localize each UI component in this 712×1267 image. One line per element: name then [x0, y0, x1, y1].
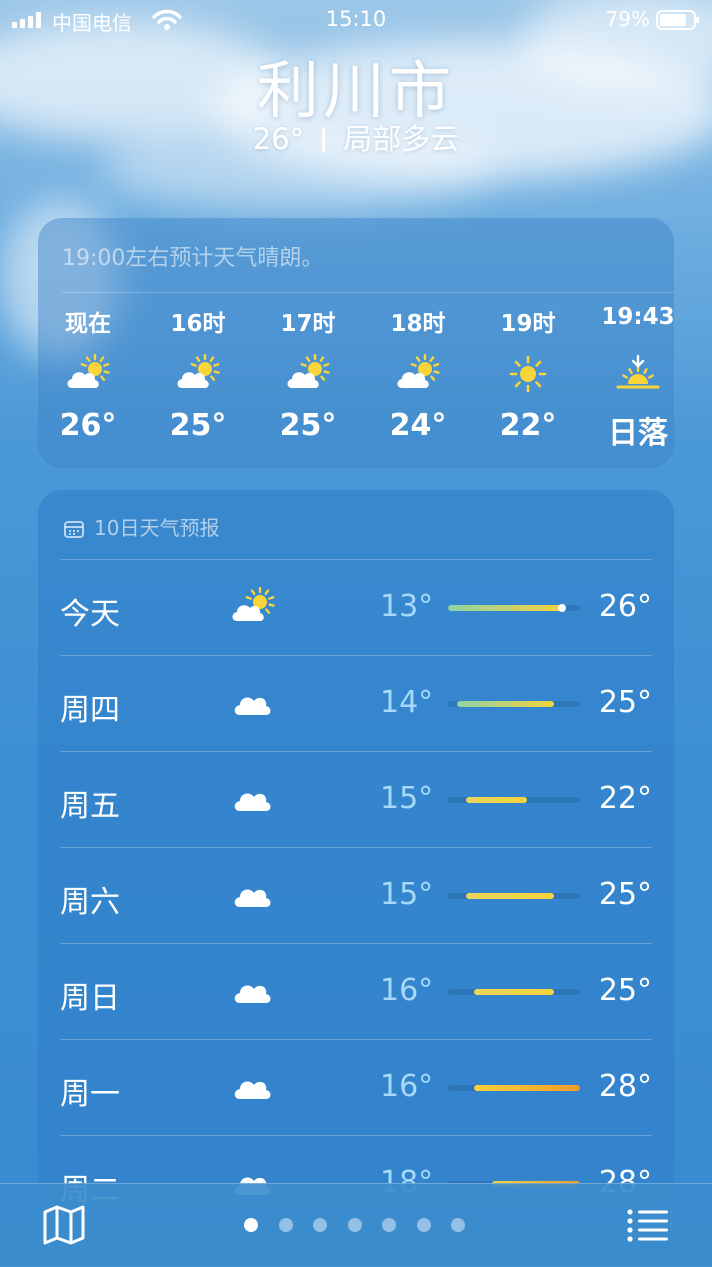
- high-temperature: 26°: [598, 589, 652, 624]
- page-dot[interactable]: [244, 1218, 258, 1232]
- current-temperature: 26°: [252, 122, 305, 156]
- temperature-range-bar: [448, 797, 580, 803]
- temperature-range-fill: [474, 989, 554, 995]
- hourly-item: 16时 25°: [148, 304, 248, 443]
- partly-sunny-icon: [287, 353, 330, 388]
- hourly-forecast-card[interactable]: 19:00左右预计天气晴朗。 现在 26° 16时 25° 17时 25° 18时 24° 19…: [38, 218, 674, 468]
- high-temperature: 22°: [598, 781, 652, 816]
- row-divider: [60, 655, 652, 656]
- row-divider: [60, 751, 652, 752]
- hour-label: 19:43: [601, 304, 674, 330]
- divider: [62, 292, 674, 293]
- hourly-item: 17时 25°: [258, 304, 358, 443]
- partly-sunny-icon: [397, 353, 440, 388]
- hour-temperature: 24°: [389, 408, 447, 443]
- low-temperature: 15°: [380, 877, 434, 912]
- page-dot[interactable]: [382, 1218, 396, 1232]
- low-temperature: 14°: [380, 685, 434, 720]
- current-conditions: 26° 局部多云: [0, 116, 712, 158]
- hourly-item: 现在 26°: [38, 304, 138, 443]
- status-bar: 中国电信 15:10 79%: [0, 0, 712, 40]
- cloud-icon: [234, 1081, 271, 1099]
- hour-temperature: 26°: [59, 408, 117, 443]
- hour-temperature: 25°: [169, 408, 227, 443]
- bottom-toolbar: [0, 1183, 712, 1267]
- temperature-range-fill: [465, 797, 528, 803]
- sun-icon: [509, 355, 547, 393]
- hour-label: 18时: [390, 311, 446, 337]
- page-dot[interactable]: [278, 1218, 293, 1232]
- current-condition: 局部多云: [343, 122, 460, 156]
- ten-day-title: 10日天气预报: [94, 516, 220, 540]
- page-dot[interactable]: [347, 1218, 362, 1232]
- high-temperature: 25°: [598, 877, 652, 912]
- ten-day-forecast-card[interactable]: 10日天气预报 今天 13° 26° 周四 14° 25° 周五 15° 22° 周六 15° 25°…: [38, 490, 674, 1210]
- list-icon[interactable]: [626, 1208, 670, 1242]
- daily-row[interactable]: 周五 15° 22°: [60, 751, 652, 847]
- forecast-summary: 19:00左右预计天气晴朗。: [62, 246, 324, 271]
- hour-label: 16时: [170, 311, 226, 337]
- day-label: 周五: [60, 789, 120, 824]
- temperature-range-bar: [448, 604, 580, 612]
- temperature-range-bar: [448, 1085, 580, 1091]
- temperature-range-fill: [465, 893, 554, 899]
- temperature-range-bar: [448, 701, 580, 707]
- hourly-item: 19时 22°: [478, 304, 578, 443]
- day-label: 周六: [60, 885, 120, 920]
- battery-icon: [656, 10, 699, 30]
- battery-percentage: 79%: [605, 7, 650, 31]
- hour-label: 现在: [65, 311, 111, 337]
- row-divider: [60, 943, 652, 944]
- temperature-range-fill: [474, 1085, 580, 1091]
- hourly-item: 19:43 日落: [588, 304, 674, 452]
- high-temperature: 28°: [598, 1069, 652, 1104]
- hour-temperature: 22°: [499, 408, 557, 443]
- cloud-icon: [234, 889, 271, 907]
- cloud-icon: [234, 697, 271, 715]
- temperature-range-fill: [448, 605, 563, 611]
- day-label: 周四: [60, 693, 120, 728]
- calendar-icon: [64, 521, 84, 538]
- temperature-range-bar: [448, 989, 580, 995]
- hourly-item: 18时 24°: [368, 304, 468, 443]
- low-temperature: 15°: [380, 781, 434, 816]
- ten-day-header: 10日天气预报: [64, 512, 219, 541]
- map-icon[interactable]: [42, 1204, 86, 1246]
- hour-temperature: 25°: [279, 408, 337, 443]
- daily-row[interactable]: 周日 16° 25°: [60, 943, 652, 1039]
- hour-label: 17时: [280, 311, 336, 337]
- daily-row[interactable]: 周四 14° 25°: [60, 655, 652, 751]
- low-temperature: 16°: [380, 1069, 434, 1104]
- daily-row[interactable]: 今天 13° 26°: [60, 559, 652, 655]
- low-temperature: 16°: [380, 973, 434, 1008]
- cloud-icon: [234, 793, 271, 811]
- row-divider: [60, 559, 652, 560]
- temperature-range-bar: [448, 893, 580, 899]
- cloud-icon: [234, 985, 271, 1003]
- row-divider: [60, 1135, 652, 1136]
- page-dot[interactable]: [451, 1218, 465, 1232]
- low-temperature: 13°: [380, 589, 434, 624]
- partly-sunny-icon: [232, 586, 275, 621]
- sunset-icon: [616, 354, 660, 389]
- row-divider: [60, 1039, 652, 1040]
- hour-temperature: 日落: [608, 416, 668, 451]
- day-label: 周一: [60, 1077, 120, 1112]
- row-divider: [60, 847, 652, 848]
- page-dot[interactable]: [416, 1218, 431, 1232]
- temperature-range-fill: [456, 701, 554, 707]
- current-temp-dot: [558, 604, 567, 612]
- daily-row[interactable]: 周六 15° 25°: [60, 847, 652, 943]
- high-temperature: 25°: [598, 685, 652, 720]
- separator: [322, 128, 326, 152]
- high-temperature: 25°: [598, 973, 652, 1008]
- day-label: 周日: [60, 981, 120, 1016]
- partly-sunny-icon: [177, 353, 220, 388]
- partly-sunny-icon: [67, 353, 110, 388]
- day-label: 今天: [60, 597, 120, 632]
- hour-label: 19时: [500, 311, 556, 337]
- page-dot[interactable]: [313, 1218, 327, 1232]
- daily-row[interactable]: 周一 16° 28°: [60, 1039, 652, 1135]
